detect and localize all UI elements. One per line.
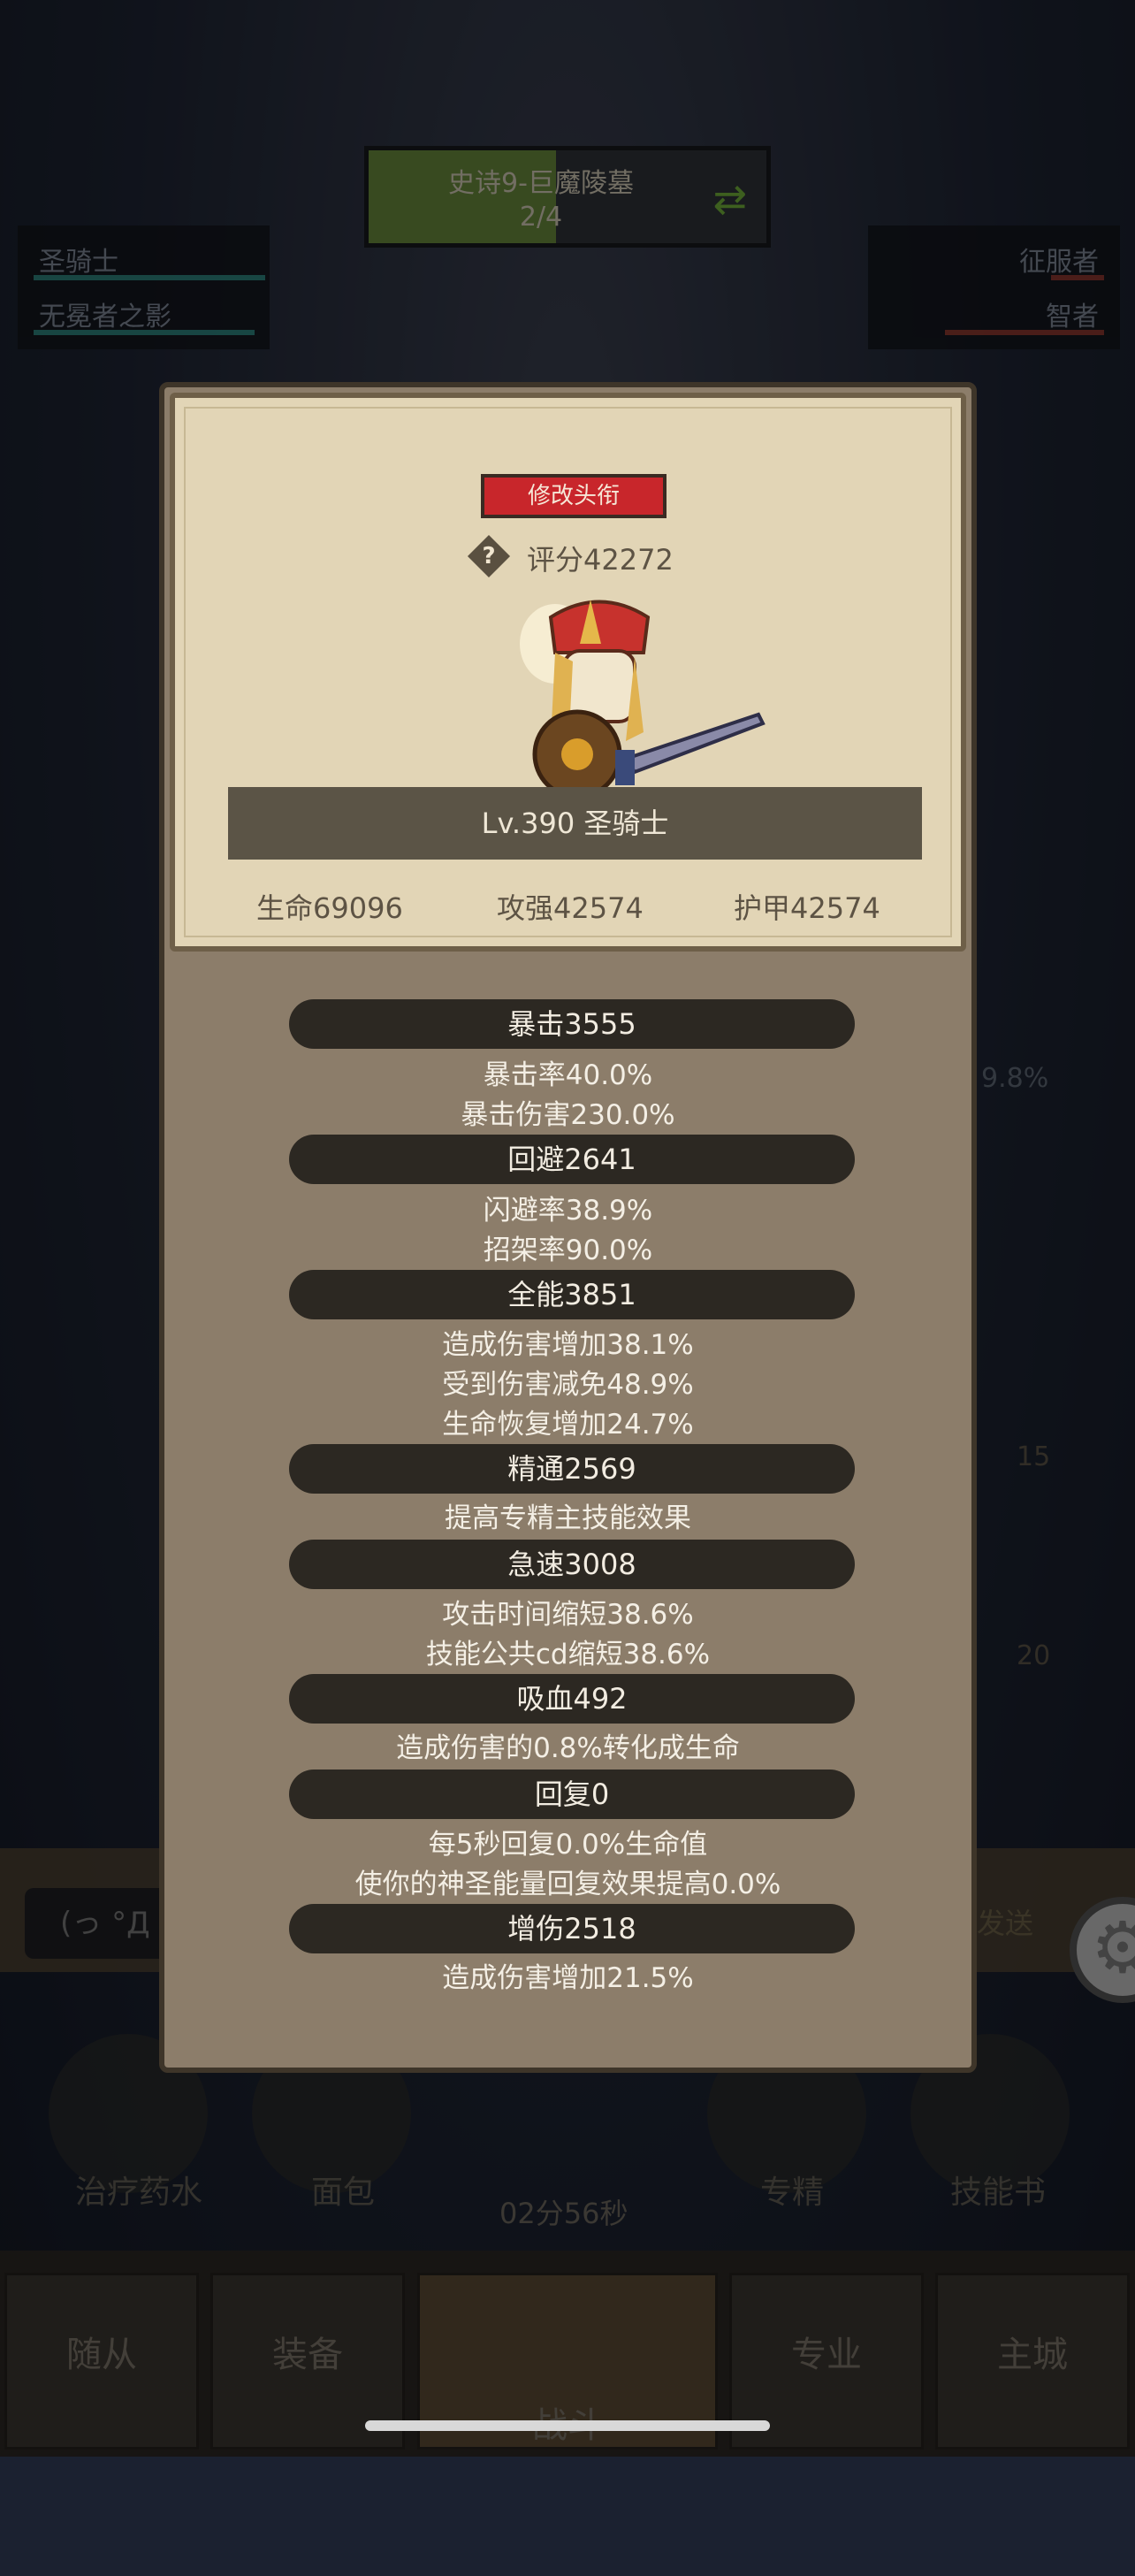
- stat-line: 每5秒回复0.0%生命值: [428, 1829, 708, 1861]
- stat-line: 受到伤害减免48.9%: [442, 1369, 694, 1401]
- armor-stat: 护甲42574: [734, 891, 880, 925]
- health-stat: 生命69096: [256, 891, 403, 925]
- damage-bonus-header: 增伤2518: [289, 1904, 855, 1953]
- stat-line: 技能公共cd缩短38.6%: [425, 1639, 711, 1670]
- avoidance-header: 回避2641: [289, 1135, 855, 1184]
- stat-line: 暴击率40.0%: [483, 1059, 653, 1091]
- mastery-header: 精通2569: [289, 1444, 855, 1494]
- haste-header: 急速3008: [289, 1540, 855, 1589]
- stat-line: 生命恢复增加24.7%: [442, 1409, 694, 1441]
- score-text: 评分42272: [527, 543, 674, 577]
- stat-line: 闪避率38.9%: [483, 1195, 653, 1227]
- stat-line: 造成伤害增加21.5%: [442, 1962, 694, 1994]
- help-icon[interactable]: ?: [474, 539, 504, 573]
- stat-line: 造成伤害的0.8%转化成生命: [396, 1732, 740, 1764]
- character-card: 修改头衔 ? 评分42272 Lv.390 圣骑士 生命69096 攻强4257…: [170, 393, 966, 952]
- stat-line: 提高专精主技能效果: [445, 1502, 691, 1534]
- stat-line: 暴击伤害230.0%: [461, 1099, 675, 1131]
- crit-header: 暴击3555: [289, 999, 855, 1049]
- regen-header: 回复0: [289, 1770, 855, 1819]
- character-stats-modal: 修改头衔 ? 评分42272 Lv.390 圣骑士 生命69096 攻强4257…: [159, 382, 977, 2073]
- attack-power-stat: 攻强42574: [497, 891, 644, 925]
- level-name-banner: Lv.390 圣骑士: [228, 787, 922, 860]
- stat-line: 攻击时间缩短38.6%: [442, 1599, 694, 1631]
- stat-line: 使你的神圣能量回复效果提高0.0%: [354, 1869, 781, 1900]
- change-title-button[interactable]: 修改头衔: [481, 474, 667, 518]
- stat-line: 造成伤害增加38.1%: [442, 1329, 694, 1361]
- stat-line: 招架率90.0%: [483, 1234, 653, 1266]
- leech-header: 吸血492: [289, 1674, 855, 1724]
- paladin-character-avatar: [520, 600, 766, 799]
- home-indicator[interactable]: [365, 2420, 770, 2431]
- versatility-header: 全能3851: [289, 1270, 855, 1319]
